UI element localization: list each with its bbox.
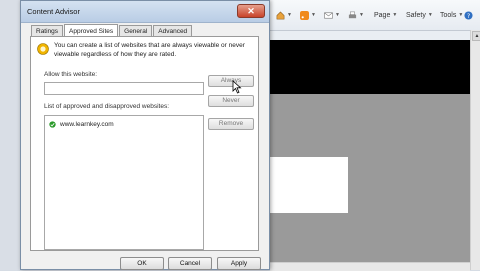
page-menu[interactable]: Page ▼ xyxy=(374,9,397,21)
close-button[interactable]: ✕ xyxy=(237,4,265,18)
allow-website-label: Allow this website: xyxy=(44,71,98,78)
feeds-icon xyxy=(300,10,309,20)
remove-button[interactable]: Remove xyxy=(208,118,254,130)
approved-sites-panel: You can create a list of websites that a… xyxy=(30,36,259,251)
mail-icon xyxy=(324,12,333,18)
print-dropdown-caret[interactable]: ▼ xyxy=(359,12,364,18)
ok-button[interactable]: OK xyxy=(120,257,164,270)
home-dropdown-caret[interactable]: ▼ xyxy=(287,12,292,18)
list-item[interactable]: www.learnkey.com xyxy=(49,121,114,128)
apply-button[interactable]: Apply xyxy=(217,257,261,270)
print-button[interactable]: ▼ xyxy=(348,9,364,21)
site-list-label: List of approved and disapproved website… xyxy=(44,103,170,110)
never-button[interactable]: Never xyxy=(208,95,254,107)
home-button[interactable]: ▼ xyxy=(276,9,292,21)
vertical-scrollbar[interactable]: ▲ xyxy=(470,30,480,270)
feeds-dropdown-caret[interactable]: ▼ xyxy=(311,12,316,18)
site-list[interactable]: www.learnkey.com xyxy=(44,115,204,250)
print-icon xyxy=(348,11,357,18)
tools-menu-label: Tools xyxy=(440,11,457,19)
tools-menu[interactable]: Tools ▼ xyxy=(440,9,463,21)
tools-dropdown-caret: ▼ xyxy=(458,12,464,18)
svg-text:?: ? xyxy=(467,12,470,19)
safety-menu[interactable]: Safety ▼ xyxy=(406,9,433,21)
mouse-cursor-icon xyxy=(232,80,242,94)
allow-website-input[interactable] xyxy=(44,82,204,95)
safety-dropdown-caret: ▼ xyxy=(427,12,433,18)
dialog-title: Content Advisor xyxy=(27,7,80,16)
command-bar: ▼ ▼ ▼ ▼ Page ▼ Safety ▼ Tools ▼ ? xyxy=(270,0,480,31)
safety-menu-label: Safety xyxy=(406,11,426,19)
site-url: www.learnkey.com xyxy=(60,121,114,128)
web-content-box xyxy=(270,157,348,213)
home-icon xyxy=(276,11,285,19)
close-icon: ✕ xyxy=(247,6,255,16)
mail-dropdown-caret[interactable]: ▼ xyxy=(335,12,340,18)
content-advisor-dialog: Content Advisor ✕ Ratings Approved Sites… xyxy=(20,0,270,270)
cancel-button[interactable]: Cancel xyxy=(168,257,212,270)
mail-button[interactable]: ▼ xyxy=(324,9,340,21)
page-dropdown-caret: ▼ xyxy=(392,12,398,18)
content-advisor-icon xyxy=(37,43,49,55)
page-menu-label: Page xyxy=(374,11,391,19)
web-content-header xyxy=(270,40,480,94)
help-button[interactable]: ? xyxy=(464,9,473,21)
always-button[interactable]: Always xyxy=(208,75,254,87)
feeds-button[interactable]: ▼ xyxy=(300,9,316,21)
help-icon: ? xyxy=(464,10,473,19)
info-description: You can create a list of websites that a… xyxy=(54,42,245,58)
dialog-title-bar[interactable]: Content Advisor ✕ xyxy=(21,1,269,23)
scroll-up-arrow-icon[interactable]: ▲ xyxy=(472,31,480,41)
approved-check-icon xyxy=(49,121,56,128)
